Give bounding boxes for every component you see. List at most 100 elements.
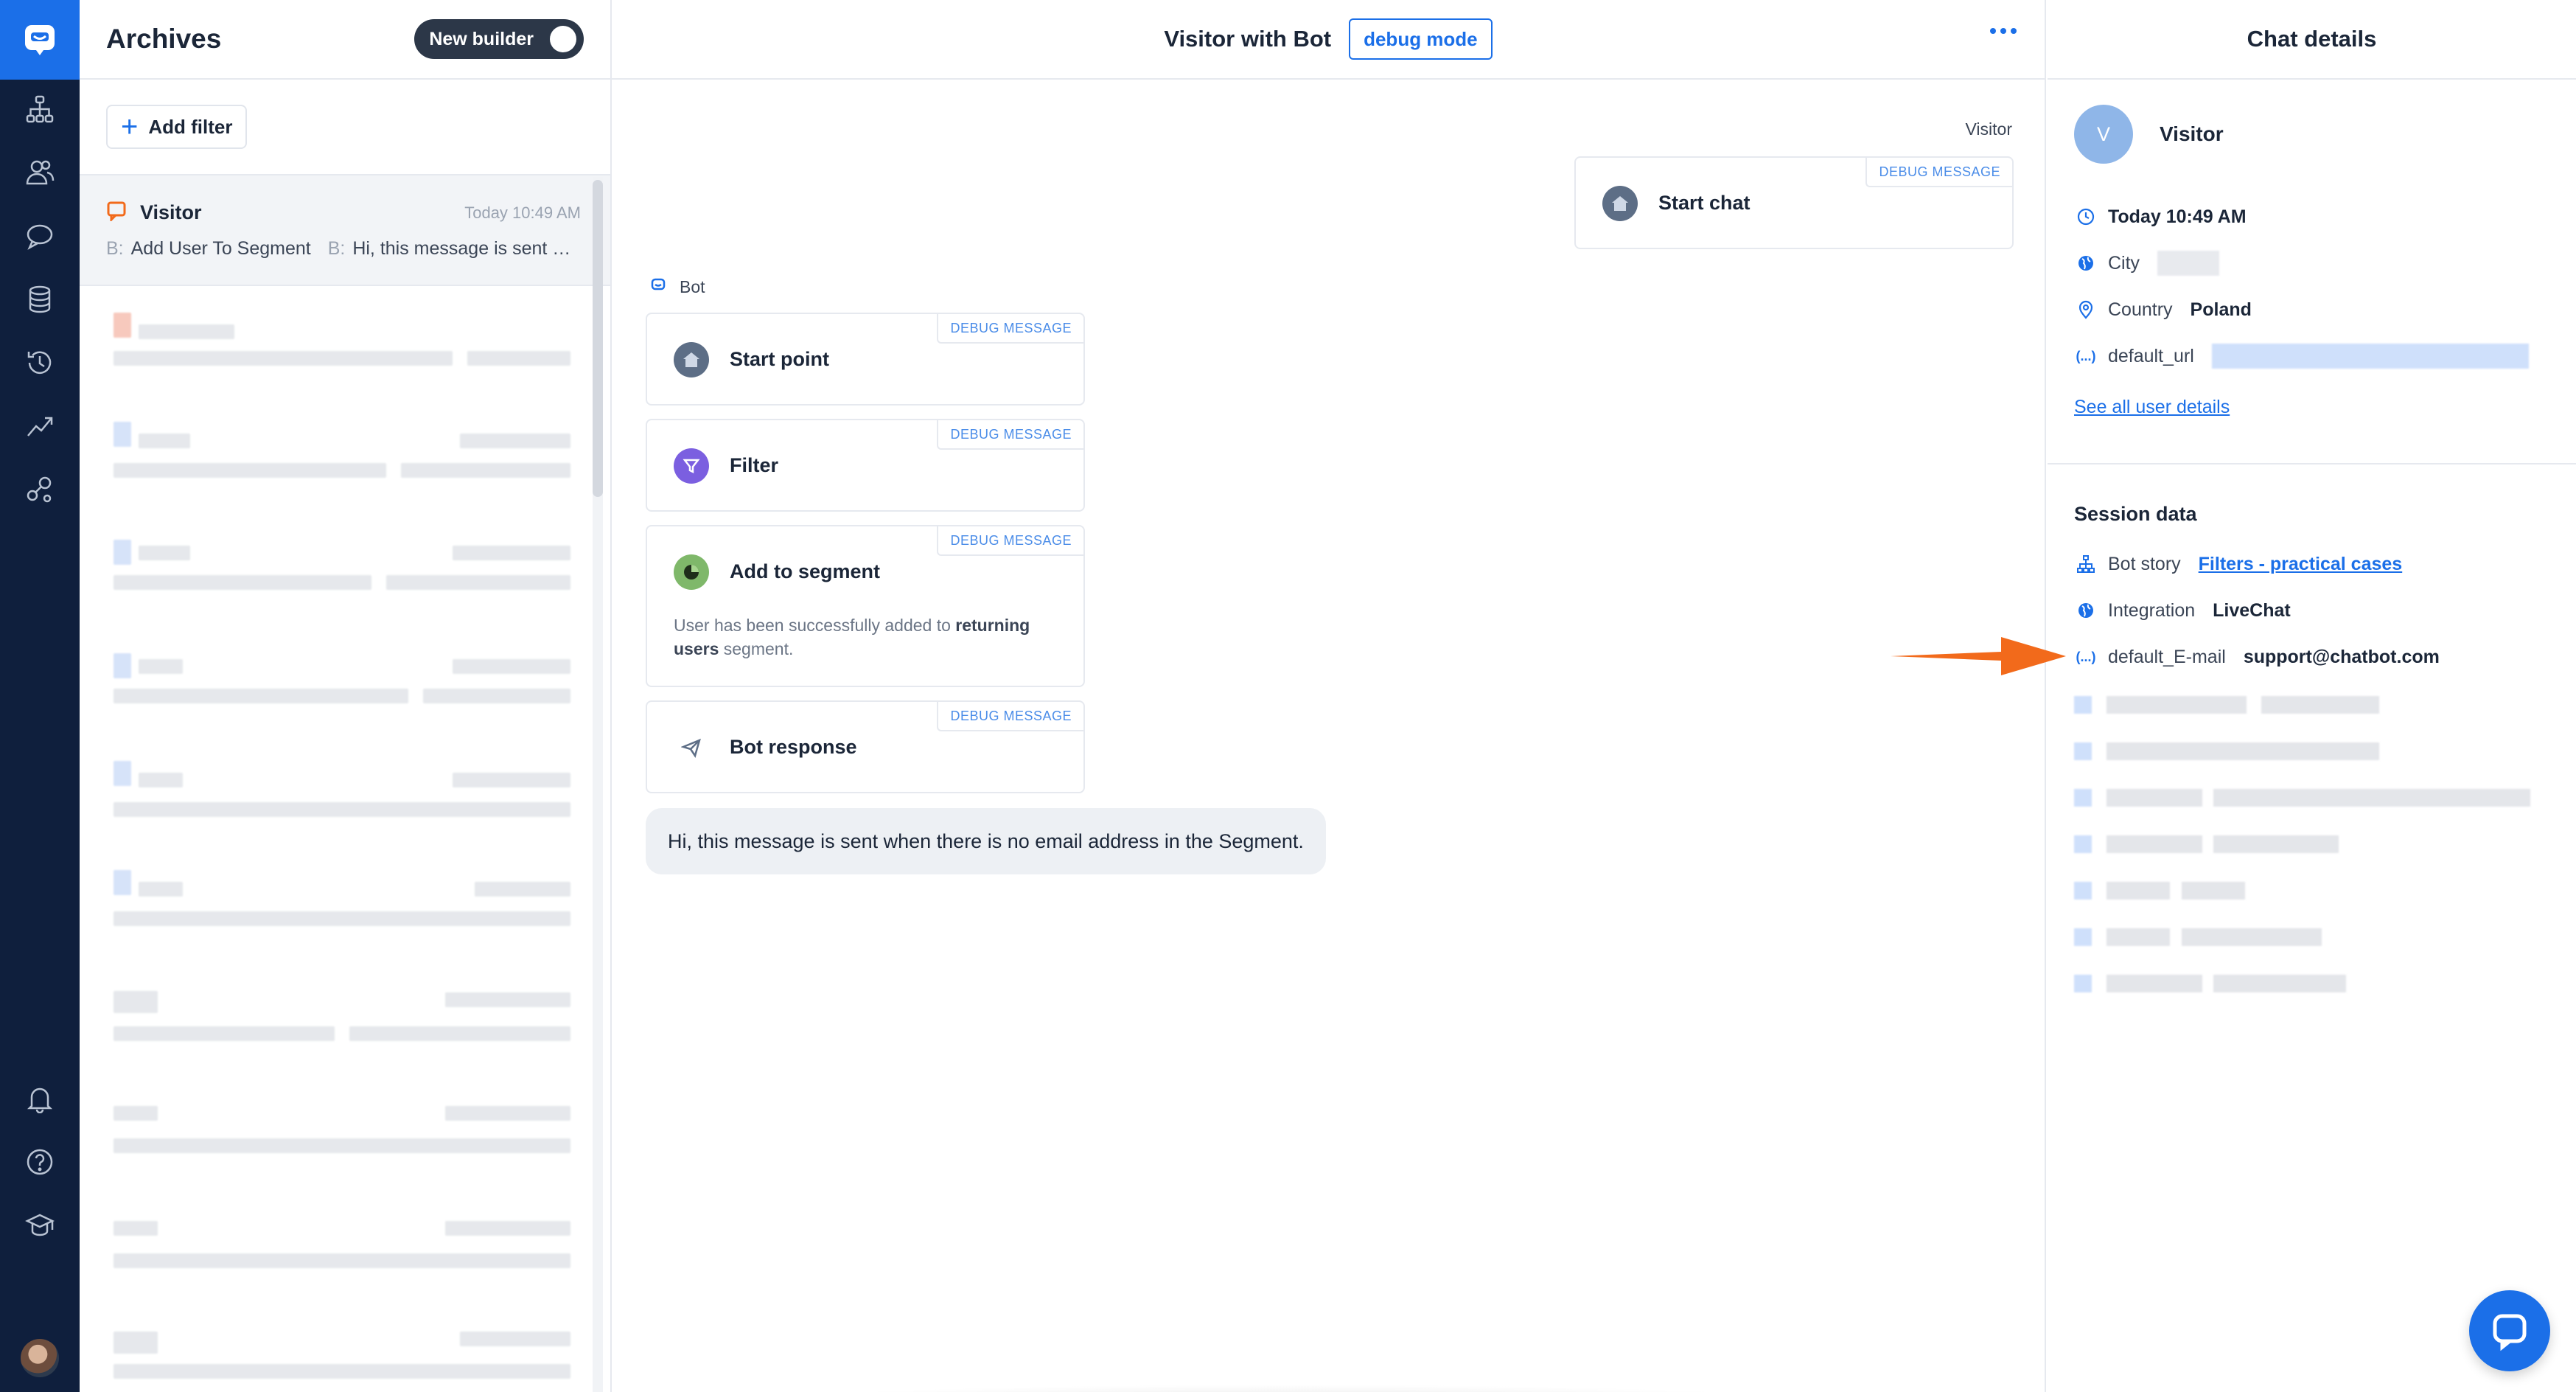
- redacted-icon: [2074, 789, 2092, 807]
- bot-story-link[interactable]: Filters - practical cases: [2199, 554, 2403, 575]
- divider: [2048, 463, 2576, 464]
- redacted-field: [2106, 928, 2170, 946]
- archives-panel: Archives New builder + Add filter Visito…: [80, 0, 612, 1392]
- database-icon[interactable]: [22, 282, 57, 317]
- email-label: default_E-mail: [2108, 646, 2226, 667]
- chat-header: Visitor with Bot debug mode: [612, 0, 2045, 80]
- chatbot-logo-icon[interactable]: [0, 0, 80, 80]
- start-point-title: Start point: [730, 348, 829, 370]
- detail-integration: Integration LiveChat: [2074, 596, 2291, 625]
- bot-response-title: Bot response: [730, 736, 857, 758]
- new-builder-toggle[interactable]: New builder: [414, 19, 584, 59]
- redacted-icon: [2074, 928, 2092, 946]
- preview-text: Hi, this message is sent …: [352, 238, 571, 259]
- city-label: City: [2108, 252, 2140, 274]
- redacted-field: [2106, 696, 2247, 714]
- chat-title: Visitor with Bot: [1164, 26, 1332, 52]
- debug-message-tag: DEBUG MESSAGE: [937, 314, 1083, 344]
- trend-icon[interactable]: [22, 408, 57, 444]
- home-icon: [1602, 186, 1638, 221]
- bell-icon[interactable]: [22, 1081, 57, 1116]
- filter-card: DEBUG MESSAGE Filter: [646, 419, 1085, 512]
- start-chat-title: Start chat: [1658, 192, 1751, 214]
- bot-story-label: Bot story: [2108, 553, 2181, 574]
- filter-title: Filter: [730, 454, 779, 476]
- integrations-icon[interactable]: [22, 472, 57, 507]
- list-item-redacted[interactable]: [106, 1094, 572, 1202]
- redacted-icon: [2074, 696, 2092, 714]
- visitor-name: Visitor: [2160, 122, 2224, 145]
- globe-icon: [2074, 251, 2098, 275]
- integration-label: Integration: [2108, 599, 2196, 621]
- visitor-block: V Visitor: [2074, 105, 2224, 164]
- redacted-icon: [2074, 742, 2092, 760]
- debug-message-tag: DEBUG MESSAGE: [937, 526, 1083, 556]
- debug-message-tag: DEBUG MESSAGE: [937, 420, 1083, 450]
- org-chart-icon[interactable]: [22, 91, 57, 127]
- globe-icon: [2074, 599, 2098, 622]
- segment-description: User has been successfully added to retu…: [674, 616, 1030, 658]
- toggle-knob: [550, 26, 576, 52]
- preview-prefix: B:: [327, 238, 346, 259]
- variable-icon: (...): [2076, 348, 2096, 363]
- redacted-field: [2182, 882, 2245, 899]
- preview-prefix: B:: [106, 238, 124, 259]
- bottom-shadow: [781, 1385, 1798, 1392]
- plus-icon: +: [121, 111, 139, 143]
- list-scrollbar[interactable]: [593, 180, 603, 497]
- users-icon[interactable]: [22, 155, 57, 190]
- redacted-icon: [2074, 882, 2092, 899]
- debug-mode-button[interactable]: debug mode: [1349, 18, 1493, 60]
- app-window: Archives New builder + Add filter Visito…: [0, 0, 2576, 1392]
- conversation-item-active[interactable]: Visitor Today 10:49 AM B: Add User To Seg…: [80, 174, 610, 286]
- detail-country: Country Poland: [2074, 295, 2252, 324]
- list-item-redacted[interactable]: [106, 298, 572, 406]
- new-builder-label: New builder: [429, 28, 534, 49]
- url-value-redacted: [2211, 344, 2529, 369]
- user-avatar[interactable]: [21, 1339, 59, 1377]
- send-icon: [674, 730, 709, 765]
- country-value: Poland: [2190, 299, 2252, 320]
- redacted-icon: [2074, 975, 2092, 992]
- time-value: Today 10:49 AM: [2108, 206, 2247, 227]
- bot-label: Bot: [650, 276, 705, 297]
- redacted-field: [2106, 835, 2202, 853]
- debug-message-tag: DEBUG MESSAGE: [937, 702, 1083, 731]
- bot-message-bubble: Hi, this message is sent when there is n…: [646, 808, 1326, 874]
- chat-bubble-icon: [106, 201, 127, 225]
- redacted-field: [2106, 975, 2202, 992]
- list-item-redacted[interactable]: [106, 643, 572, 751]
- redacted-field: [2106, 882, 2170, 899]
- detail-email: (...) default_E-mail support@chatbot.com: [2074, 642, 2440, 672]
- academy-icon[interactable]: [22, 1208, 57, 1243]
- chat-launcher-button[interactable]: [2469, 1290, 2550, 1371]
- history-icon[interactable]: [22, 345, 57, 380]
- detail-city: City: [2074, 248, 2220, 278]
- list-item-redacted[interactable]: [106, 754, 572, 861]
- city-value-redacted: [2157, 251, 2220, 276]
- detail-url: (...) default_url: [2074, 341, 2529, 371]
- list-item-redacted[interactable]: [106, 1320, 572, 1392]
- segment-icon: [674, 554, 709, 590]
- redacted-field: [2213, 835, 2339, 853]
- bot-response-card: DEBUG MESSAGE Bot response: [646, 700, 1085, 793]
- help-icon[interactable]: [22, 1144, 57, 1180]
- list-item-redacted[interactable]: [106, 1209, 572, 1317]
- chat-icon[interactable]: [22, 218, 57, 254]
- detail-time: Today 10:49 AM: [2074, 202, 2247, 232]
- add-filter-label: Add filter: [148, 115, 233, 138]
- add-filter-button[interactable]: + Add filter: [106, 105, 248, 149]
- conversation-time: Today 10:49 AM: [464, 203, 581, 222]
- redacted-field: [2261, 696, 2379, 714]
- detail-bot-story: Bot story Filters - practical cases: [2074, 549, 2402, 579]
- clock-icon: [2074, 205, 2098, 229]
- list-item-redacted[interactable]: [106, 978, 572, 1085]
- redacted-field: [2213, 789, 2530, 807]
- list-item-redacted[interactable]: [106, 414, 572, 522]
- see-all-user-details-link[interactable]: See all user details: [2074, 397, 2230, 418]
- list-item-redacted[interactable]: [106, 863, 572, 970]
- list-item-redacted[interactable]: [106, 529, 572, 637]
- url-label: default_url: [2108, 345, 2194, 366]
- more-options-icon[interactable]: [1990, 28, 2017, 34]
- preview-text: Add User To Segment: [130, 238, 311, 259]
